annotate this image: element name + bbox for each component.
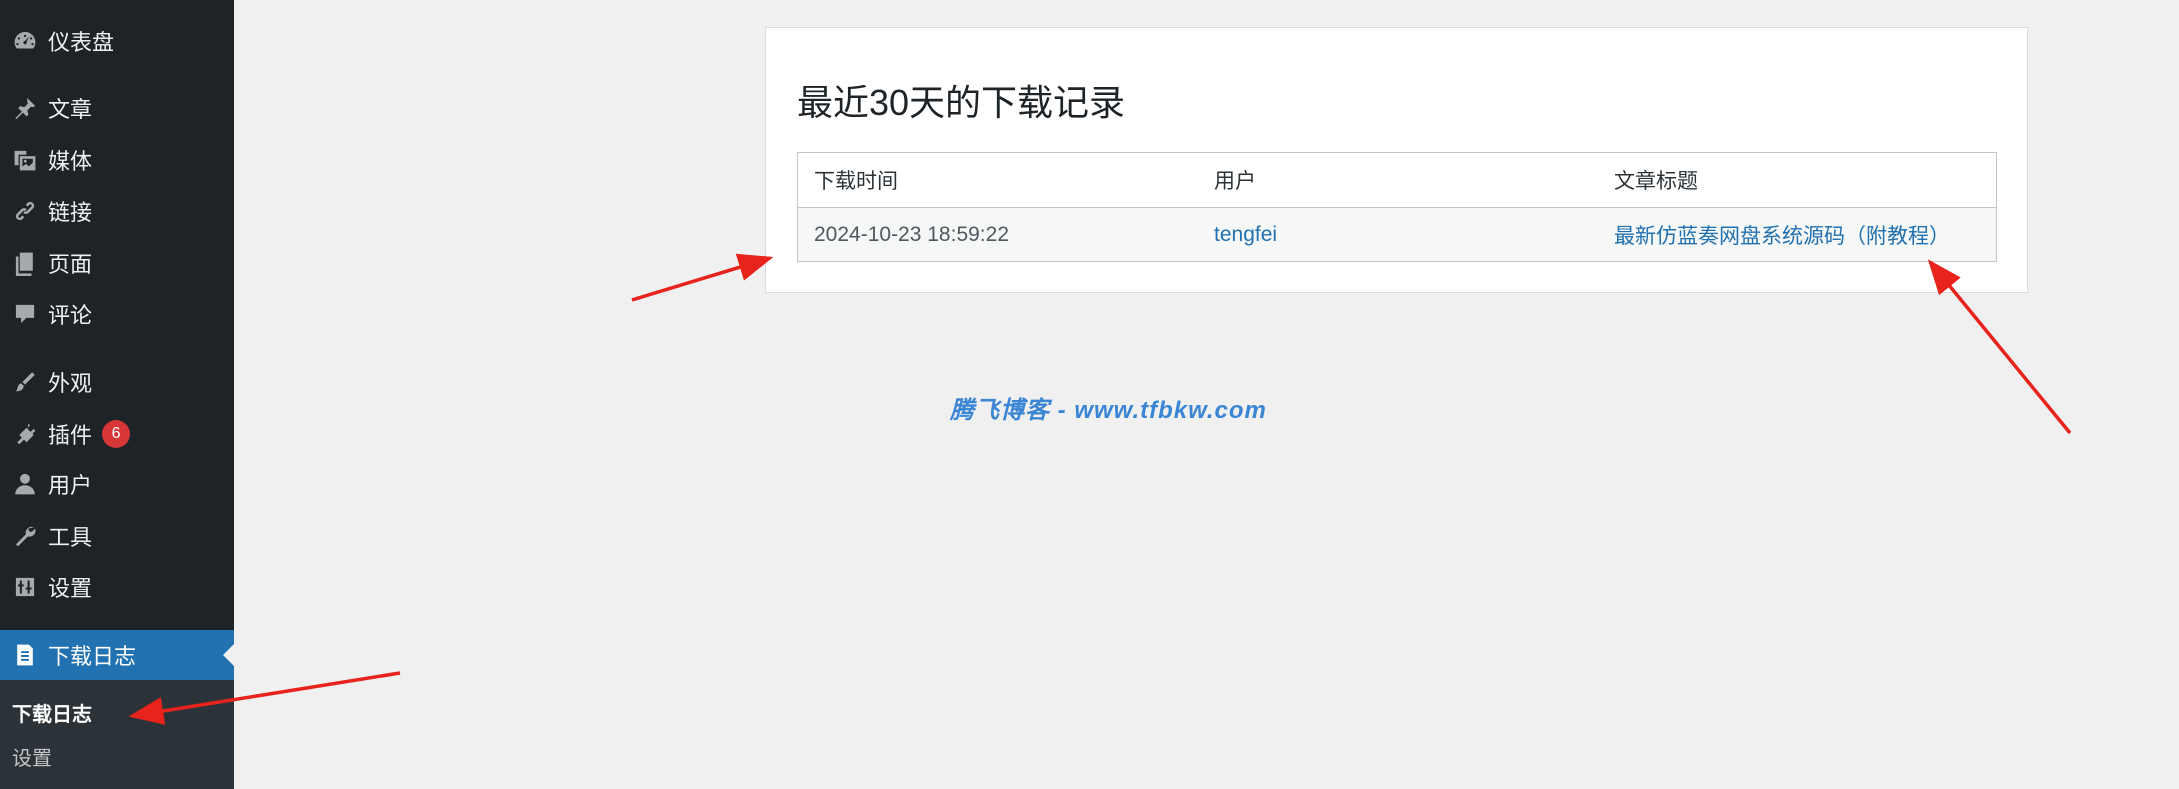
sidebar-item-label: 外观 [48,371,93,396]
sidebar-item-tools[interactable]: 工具 [0,511,234,561]
sidebar-item-label: 评论 [48,303,93,328]
column-header-user: 用户 [1214,170,1256,193]
link-icon [0,186,48,236]
admin-sidebar: 仪表盘 文章 媒体 链接 页面 评论 外观 插件 6 用户 工具 设置 下载日志… [0,0,234,789]
sidebar-item-label: 插件 [48,423,93,448]
sidebar-item-settings[interactable]: 设置 [0,562,234,612]
cell-download-time: 2024-10-23 18:59:22 [814,222,1009,246]
download-log-panel: 最近30天的下载记录 下载时间 用户 文章标题 2024-10-23 18:59… [765,27,2028,293]
sidebar-item-label: 用户 [48,473,93,498]
table-row: 2024-10-23 18:59:22 tengfei 最新仿蓝奏网盘系统源码（… [798,208,1996,261]
comment-icon [0,289,48,339]
sidebar-item-comments[interactable]: 评论 [0,289,234,339]
pages-icon [0,238,48,288]
column-header-post-title: 文章标题 [1614,170,1698,193]
document-icon [0,630,48,680]
sidebar-item-label: 页面 [48,252,93,277]
media-icon [0,135,48,185]
sidebar-item-download-log[interactable]: 下载日志 [0,630,234,680]
sidebar-item-users[interactable]: 用户 [0,459,234,509]
download-records-table: 下载时间 用户 文章标题 2024-10-23 18:59:22 tengfei… [797,152,1997,262]
sidebar-item-label: 链接 [48,200,93,225]
sidebar-item-label: 文章 [48,97,93,122]
sidebar-item-label: 媒体 [48,149,93,174]
arrow-to-table-row [631,253,774,302]
sidebar-item-label: 设置 [48,576,93,601]
sidebar-item-dashboard[interactable]: 仪表盘 [0,16,234,66]
sidebar-item-links[interactable]: 链接 [0,186,234,236]
sidebar-item-label: 工具 [48,525,93,550]
pin-icon [0,83,48,133]
column-header-download-time: 下载时间 [814,170,898,193]
brush-icon [0,357,48,407]
sidebar-item-posts[interactable]: 文章 [0,83,234,133]
submenu-item-download-log[interactable]: 下载日志 [12,698,92,727]
watermark-text: 腾飞博客 - www.tfbkw.com [950,397,1267,424]
sidebar-item-appearance[interactable]: 外观 [0,357,234,407]
sidebar-item-label: 下载日志 [48,644,137,669]
sidebar-item-media[interactable]: 媒体 [0,135,234,185]
table-header-row: 下载时间 用户 文章标题 [798,153,1996,208]
plugin-update-count-badge: 6 [102,420,131,448]
wrench-icon [0,511,48,561]
sidebar-item-pages[interactable]: 页面 [0,238,234,288]
submenu-item-settings[interactable]: 设置 [12,742,52,771]
download-log-submenu: 下载日志 设置 [0,680,234,789]
sidebar-item-plugins[interactable]: 插件 6 [0,409,234,459]
user-icon [0,459,48,509]
cell-post-title-link[interactable]: 最新仿蓝奏网盘系统源码（附教程） [1614,208,1950,261]
dashboard-icon [0,16,48,66]
app-root: 仪表盘 文章 媒体 链接 页面 评论 外观 插件 6 用户 工具 设置 下载日志… [0,0,2179,789]
cell-user-link[interactable]: tengfei [1214,208,1277,261]
sidebar-item-label: 仪表盘 [48,30,115,55]
plugin-icon [0,409,48,459]
page-title: 最近30天的下载记录 [797,82,1126,123]
settings-icon [0,562,48,612]
